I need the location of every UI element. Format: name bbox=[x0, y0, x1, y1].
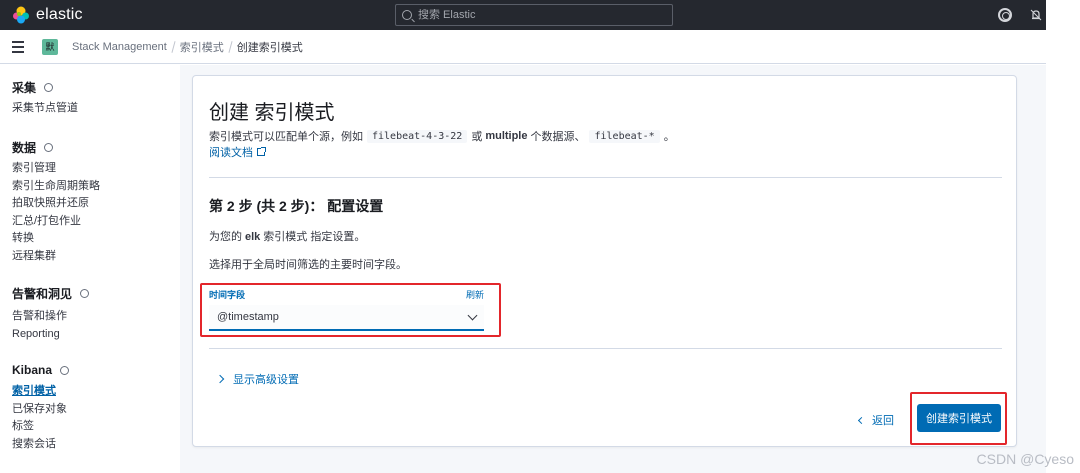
page-description: 索引模式可以匹配单个源，例如 filebeat-4-3-22 或 multipl… bbox=[209, 129, 675, 143]
breadcrumb-current: 创建索引模式 bbox=[236, 41, 303, 54]
search-icon bbox=[402, 10, 412, 20]
back-button[interactable]: 返回 bbox=[857, 412, 894, 428]
chevron-left-icon bbox=[857, 416, 866, 424]
brand-name: elastic bbox=[36, 6, 83, 23]
highlight-box-create-button bbox=[910, 392, 1007, 445]
sidebar-item-search-sessions[interactable]: 搜索会话 bbox=[12, 436, 69, 454]
advanced-settings-toggle[interactable]: 显示高级设置 bbox=[215, 371, 299, 387]
chevron-right-icon bbox=[215, 374, 225, 384]
breadcrumb-separator bbox=[171, 40, 176, 53]
watermark: CSDN @Cyeso bbox=[976, 451, 1074, 467]
sidebar-item-saved-objects[interactable]: 已保存对象 bbox=[12, 401, 69, 419]
top-header: elastic bbox=[0, 0, 1046, 30]
help-icon bbox=[60, 365, 70, 375]
breadcrumb-index-patterns[interactable]: 索引模式 bbox=[180, 39, 224, 55]
read-docs-link[interactable]: 阅读文档 bbox=[209, 144, 266, 160]
breadcrumb-bar: 默 Stack Management 索引模式 创建索引模式 bbox=[0, 30, 1046, 64]
help-icon bbox=[44, 143, 54, 152]
help-icon[interactable] bbox=[998, 8, 1012, 22]
step-title: 第 2 步 (共 2 步)： 配置设置 bbox=[209, 198, 384, 214]
create-index-pattern-panel: 创建 索引模式 索引模式可以匹配单个源，例如 filebeat-4-3-22 或… bbox=[192, 75, 1017, 447]
divider bbox=[209, 177, 1002, 178]
sidebar-group-title: 告警和洞见 bbox=[12, 285, 90, 302]
search-input[interactable] bbox=[418, 9, 658, 21]
global-search[interactable] bbox=[395, 4, 673, 26]
sidebar-item-rollup-jobs[interactable]: 汇总/打包作业 bbox=[12, 213, 100, 231]
sidebar-item-alerts-actions[interactable]: 告警和操作 bbox=[12, 308, 89, 326]
sidebar-item-tags[interactable]: 标签 bbox=[12, 418, 69, 436]
highlight-box-time-field bbox=[200, 283, 501, 337]
sidebar-group-kibana: Kibana 索引模式 已保存对象 标签 搜索会话 bbox=[12, 363, 70, 454]
notification-bell-icon[interactable] bbox=[1030, 9, 1042, 21]
sidebar-item-ilm-policies[interactable]: 索引生命周期策略 bbox=[12, 178, 100, 196]
sidebar-group-ingest: 采集 采集节点管道 bbox=[12, 79, 78, 118]
step-hint: 选择用于全局时间筛选的主要时间字段。 bbox=[209, 259, 407, 271]
help-icon bbox=[44, 83, 54, 92]
page-title: 创建 索引模式 bbox=[209, 102, 335, 124]
help-icon bbox=[80, 289, 90, 298]
sidebar-item-transforms[interactable]: 转换 bbox=[12, 230, 100, 248]
sidebar-group-title: Kibana bbox=[12, 363, 70, 377]
page-margin bbox=[1046, 0, 1080, 473]
sidebar-item-ingest-pipelines[interactable]: 采集节点管道 bbox=[12, 100, 78, 118]
sidebar-item-index-management[interactable]: 索引管理 bbox=[12, 160, 100, 178]
sidebar-group-title: 采集 bbox=[12, 79, 78, 96]
sidebar: 采集 采集节点管道 数据 索引管理 索引生命周期策略 拍取快照并还原 汇总/打包… bbox=[0, 65, 180, 473]
code-example: filebeat-* bbox=[589, 129, 660, 143]
elastic-logo[interactable]: elastic bbox=[12, 6, 83, 24]
breadcrumb: Stack Management 索引模式 创建索引模式 bbox=[72, 39, 303, 55]
header-actions bbox=[998, 0, 1046, 30]
breadcrumb-separator bbox=[228, 40, 233, 53]
sidebar-item-reporting[interactable]: Reporting bbox=[12, 326, 89, 344]
external-link-icon bbox=[257, 147, 266, 156]
code-example: filebeat-4-3-22 bbox=[367, 129, 468, 143]
breadcrumb-stack-management[interactable]: Stack Management bbox=[72, 41, 167, 53]
divider bbox=[209, 348, 1002, 349]
hamburger-menu-icon[interactable] bbox=[12, 40, 24, 53]
sidebar-item-remote-clusters[interactable]: 远程集群 bbox=[12, 248, 100, 266]
sidebar-group-alerts: 告警和洞见 告警和操作 Reporting bbox=[12, 285, 90, 344]
sidebar-group-data: 数据 索引管理 索引生命周期策略 拍取快照并还原 汇总/打包作业 转换 远程集群 bbox=[12, 139, 100, 265]
sidebar-group-title: 数据 bbox=[12, 139, 100, 156]
space-avatar[interactable]: 默 bbox=[42, 38, 58, 55]
sidebar-item-index-patterns[interactable]: 索引模式 bbox=[12, 383, 69, 401]
elastic-logo-icon bbox=[13, 6, 29, 24]
sidebar-item-snapshot-restore[interactable]: 拍取快照并还原 bbox=[12, 195, 100, 213]
step-description: 为您的 elk 索引模式 指定设置。 bbox=[209, 231, 366, 243]
